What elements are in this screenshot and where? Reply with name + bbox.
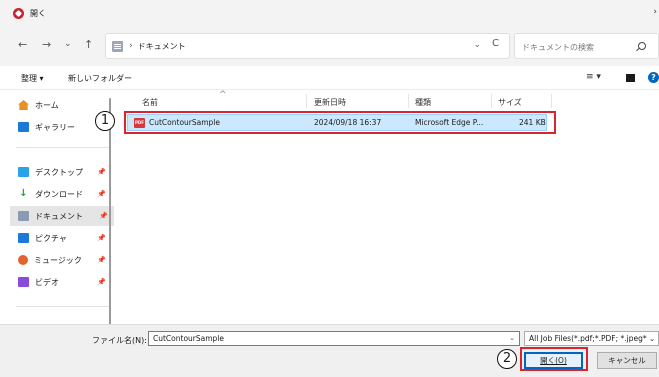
sidebar-item-label: デスクトップ [35,167,83,177]
file-type-select[interactable]: All Job Files(*.pdf;*.PDF; *.jpeg* ⌄ [524,331,659,346]
sidebar-item-label: ドキュメント [35,211,83,221]
column-header-type[interactable]: 種類 [415,97,431,108]
filename-value: CutContourSample [153,334,224,343]
videos-icon [18,277,29,287]
chevron-right-icon[interactable]: › [653,7,657,17]
sidebar-item-label: ミュージック [34,255,82,265]
pictures-icon [18,233,29,243]
music-icon [18,255,28,265]
sidebar-item-home[interactable]: ホーム [12,95,112,115]
title-bar: 開く › [0,0,659,26]
sidebar-item-pictures[interactable]: ピクチャ 📌 [12,228,112,248]
sidebar-item-music[interactable]: ミュージック 📌 [12,250,112,270]
column-divider[interactable] [306,94,307,108]
breadcrumb-separator: › [129,41,133,51]
window-title: 開く [30,8,46,18]
column-header-modified[interactable]: 更新日時 [314,97,346,108]
pin-icon: 📌 [97,190,106,198]
step-marker-2: 2 [497,349,517,369]
sidebar-item-desktop[interactable]: デスクトップ 📌 [12,162,112,182]
highlight-open-button [520,347,588,371]
documents-icon [18,211,29,221]
pin-icon: 📌 [97,168,106,176]
column-divider[interactable] [551,94,552,108]
sidebar-item-documents[interactable]: ドキュメント 📌 [10,206,114,226]
breadcrumb-documents[interactable]: ドキュメント [138,41,186,52]
column-divider[interactable] [491,94,492,108]
home-icon [18,100,29,110]
column-header-name[interactable]: 名前 [142,97,158,108]
search-input[interactable]: ドキュメントの検索 [522,42,594,53]
command-bar: 整理 ▾ 新しいフォルダー ≡ ▾ ? [0,66,659,90]
up-button[interactable]: ↑ [84,38,93,51]
folder-icon [112,40,123,52]
sidebar-scrollbar[interactable] [109,98,111,348]
sidebar-item-downloads[interactable]: ↓ ダウンロード 📌 [12,184,112,204]
filename-field[interactable]: CutContourSample ⌄ [148,331,520,346]
back-button[interactable]: ← [18,38,27,51]
navigation-bar: ← → ⌄ ↑ › ドキュメント ⌄ C ドキュメントの検索 [0,26,659,66]
recent-locations-button[interactable]: ⌄ [64,39,72,49]
view-options-button[interactable]: ≡ ▾ [586,72,601,82]
search-icon [638,42,646,50]
column-divider[interactable] [408,94,409,108]
cancel-button-label: キャンセル [608,356,646,365]
sidebar-item-label: ピクチャ [35,233,67,243]
column-header-size[interactable]: サイズ [498,97,522,108]
download-icon: ↓ [19,188,28,199]
highlight-file-row [124,111,556,134]
divider [16,147,110,148]
gallery-icon [18,122,29,132]
sort-ascending-icon: ^ [219,90,227,100]
search-box[interactable]: ドキュメントの検索 [514,33,659,59]
chevron-down-icon[interactable]: ⌄ [509,332,515,345]
sidebar-item-label: ギャラリー [35,122,75,132]
filename-label: ファイル名(N): [92,336,147,345]
sidebar-item-videos[interactable]: ビデオ 📌 [12,272,112,292]
refresh-button[interactable]: C [492,38,499,49]
address-bar[interactable]: › ドキュメント ⌄ [105,33,510,59]
file-type-value: All Job Files(*.pdf;*.PDF; *.jpeg* ⌄ [529,334,656,343]
step-marker-1: 1 [95,111,115,131]
desktop-icon [18,167,29,177]
pin-icon: 📌 [99,212,108,220]
pin-icon: 📌 [97,256,106,264]
sidebar-item-label: ビデオ [35,277,59,287]
pin-icon: 📌 [97,234,106,242]
organize-button[interactable]: 整理 ▾ [21,73,44,84]
help-icon[interactable]: ? [648,72,659,83]
app-icon [13,7,24,19]
new-folder-button[interactable]: 新しいフォルダー [68,73,132,84]
sidebar-item-label: ホーム [35,100,59,110]
sidebar-item-label: ダウンロード [35,189,83,199]
cancel-button[interactable]: キャンセル [597,352,657,369]
pin-icon: 📌 [97,278,106,286]
divider [16,306,110,307]
chevron-down-icon[interactable]: ⌄ [473,40,481,50]
preview-pane-icon[interactable] [626,74,635,82]
forward-button[interactable]: → [42,38,51,51]
